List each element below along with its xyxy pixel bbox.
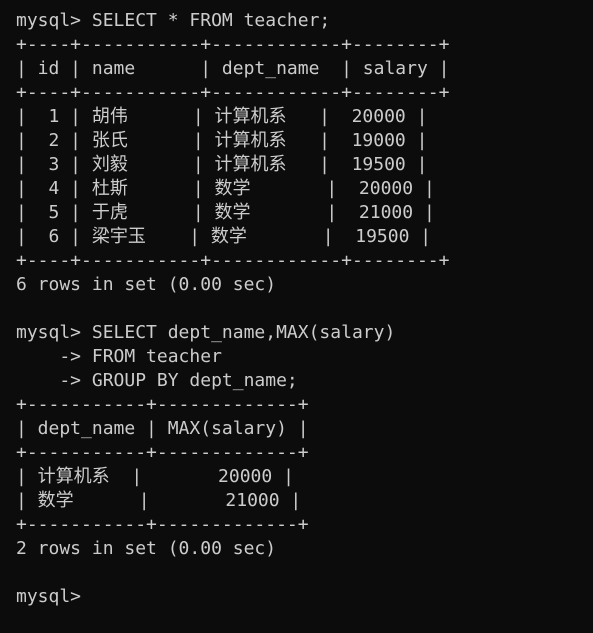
terminal-line-1: mysql> SELECT * FROM teacher; [16,10,331,31]
table-border-mid: +-----------+-------------+ [16,442,309,463]
table-row: | 6 | 梁宇玉 | 数学 | 19500 | [16,226,432,247]
table-header: | id | name | dept_name | salary | [16,58,450,79]
table-row: | 3 | 刘毅 | 计算机系 | 19500 | [16,154,428,175]
terminal-continuation: -> GROUP BY dept_name; [16,370,298,391]
table-border-bottom: +-----------+-------------+ [16,514,309,535]
table-border-top: +-----------+-------------+ [16,394,309,415]
table-row: | 1 | 胡伟 | 计算机系 | 20000 | [16,106,428,127]
table-border-mid: +----+-----------+------------+--------+ [16,82,450,103]
terminal-window[interactable]: mysql> SELECT * FROM teacher; +----+----… [0,0,593,633]
terminal-prompt[interactable]: mysql> [16,585,593,609]
terminal-command: mysql> SELECT dept_name,MAX(salary) [16,322,396,343]
terminal-left-edge [0,0,10,633]
table-row: | 5 | 于虎 | 数学 | 21000 | [16,202,435,223]
table-border-bottom: +----+-----------+------------+--------+ [16,250,450,271]
table-border-top: +----+-----------+------------+--------+ [16,34,450,55]
table-header: | dept_name | MAX(salary) | [16,418,309,439]
table-row: | 2 | 张氏 | 计算机系 | 19000 | [16,130,428,151]
result-summary: 6 rows in set (0.00 sec) [16,274,277,295]
terminal-continuation: -> FROM teacher [16,346,222,367]
result-summary: 2 rows in set (0.00 sec) [16,538,277,559]
table-row: | 数学 | 21000 | [16,490,302,511]
table-row: | 计算机系 | 20000 | [16,466,294,487]
table-row: | 4 | 杜斯 | 数学 | 20000 | [16,178,435,199]
